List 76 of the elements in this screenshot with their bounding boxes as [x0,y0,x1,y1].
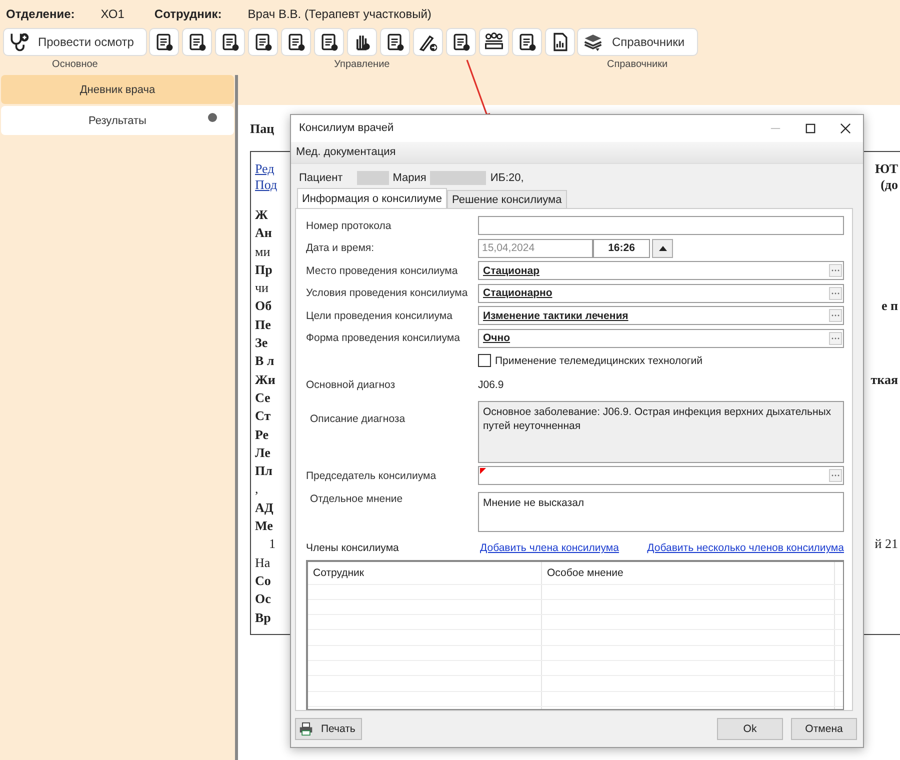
document-text: 1 [268,535,276,554]
field-label: Место проведения консилиума [306,264,459,277]
document-text: АД [255,498,274,517]
patient-label: Пациент [299,172,343,184]
patient-name: Мария [392,172,426,184]
document-heading: Пац [250,121,274,137]
document-text: Ж [255,206,268,224]
checkbox[interactable]: Применение телемедицинских технологий [478,352,844,370]
cancel-button[interactable]: Отмена [791,718,857,740]
field-label: Форма проведения консилиума [306,332,461,344]
field-label: Условия проведения консилиума [306,287,469,300]
document-text: Об [255,297,272,316]
print-button[interactable]: Печать [295,718,362,740]
field-label: Цели проведения консилиума [306,310,454,322]
document-text: Пе [255,316,271,334]
field-label: Председатель консилиума [306,470,438,482]
record-number: ИБ:20, [490,172,524,184]
time-field[interactable]: 16:26 [593,238,650,258]
department-value: ХО1 [100,7,124,21]
field-label: Основной диагноз [306,378,396,394]
toolbar-group-label: Управление [334,59,390,70]
document-text: ЮТ [875,160,898,176]
document-text: , [255,480,258,498]
document-link[interactable]: Под [255,176,278,192]
document-text: Вр [255,608,271,627]
employee-value: Врач В.В. (Терапевт участковый) [248,7,432,21]
column-header[interactable]: Сотрудник [308,562,542,584]
department-label: Отделение: [6,7,75,21]
members-label: Члены консилиума [306,542,400,554]
document-text: Ос [255,590,271,608]
text-area[interactable]: Мнение не высказал [478,492,844,532]
field-label: Номер протокола [306,220,392,232]
document-text: В л [255,352,274,370]
tab[interactable]: Решение консилиума [446,190,567,208]
field-label: Описание диагноза [309,412,406,427]
document-text: й 21 [874,535,898,554]
document-text: Ле [255,444,270,462]
add-member-link[interactable]: Добавить несколько членов консилиума [647,542,844,554]
field-label: Дата и время: [306,242,376,254]
document-text: Ст [255,407,271,426]
document-text: Се [255,388,270,407]
document-text: Ре [255,426,269,444]
document-text: (до [880,176,898,192]
document-text: На [255,554,270,572]
column-header[interactable]: Особое мнение [542,562,835,584]
lookup-field[interactable]: Стационарно [478,284,844,303]
field-label: Отдельное мнение [309,492,404,507]
date-field[interactable]: 15,04,2024 [478,238,593,258]
sidebar-item[interactable]: Результаты [1,106,234,135]
document-text: Ме [255,517,273,536]
menu-item[interactable]: Мед. документация [296,146,396,158]
document-text: ткая [870,370,898,389]
toolbar-button[interactable]: Справочники [576,28,698,56]
window-title: Консилиум врачей [299,122,394,134]
document-text: Со [255,572,271,590]
lookup-field[interactable]: Стационар [478,261,844,280]
document-text: Зе [255,334,268,352]
ok-button[interactable]: Ok [717,718,783,740]
employee-label: Сотрудник: [154,7,222,21]
document-text: ми [255,242,270,261]
diagnosis-code: J06.9 [478,378,505,394]
document-text: е п [881,297,898,316]
lookup-field[interactable]: Изменение тактики лечения [478,306,844,326]
document-text: Жи [255,370,276,389]
document-link[interactable]: Ред [255,160,274,176]
lookup-field[interactable]: Очно [478,328,844,348]
tab[interactable]: Информация о консилиуме [297,188,447,208]
document-text: чи [255,279,268,298]
document-text: Пр [255,260,272,279]
toolbar-group-label: Справочники [606,59,668,70]
add-member-link[interactable]: Добавить члена консилиума [480,542,619,554]
document-text: Пл [255,462,272,480]
document-text: Ан [255,224,272,242]
sidebar-item[interactable]: Дневник врача [1,75,234,104]
toolbar-group-label: Основное [52,59,98,70]
toolbar-button[interactable]: Провести осмотр [3,28,147,56]
